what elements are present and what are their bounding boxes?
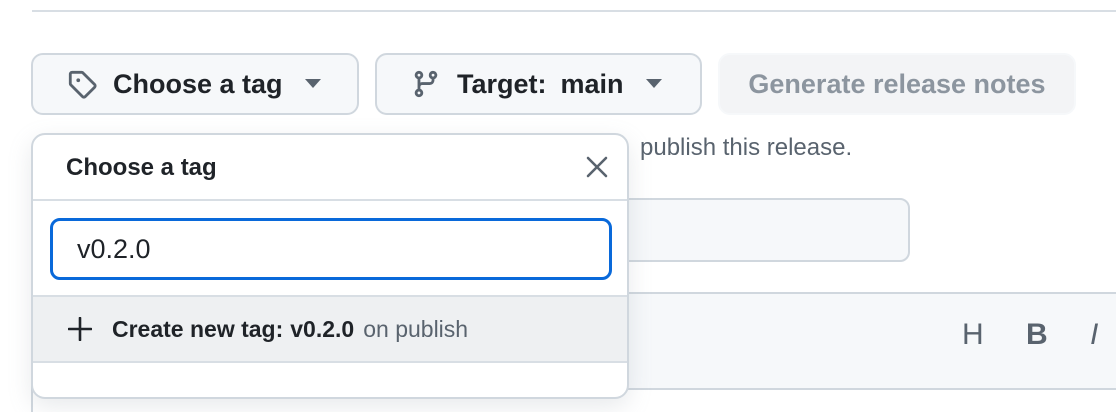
create-new-tag-item[interactable]: Create new tag: v0.2.0 on publish (33, 297, 627, 363)
tag-icon (67, 69, 97, 99)
caret-down-icon (304, 79, 321, 89)
dropdown-filter (33, 201, 627, 297)
close-icon[interactable] (583, 153, 611, 181)
plus-icon (68, 317, 92, 341)
target-label: Target: (457, 68, 547, 99)
git-branch-icon (411, 69, 441, 99)
heading-tool-button[interactable]: H (962, 318, 984, 352)
release-form: Choose a tag Target: main Generate relea… (0, 0, 1116, 412)
dropdown-title: Choose a tag (66, 154, 217, 181)
divider (32, 10, 1116, 12)
caret-down-icon (645, 79, 662, 89)
choose-tag-button[interactable]: Choose a tag (31, 53, 359, 115)
generate-release-notes-label: Generate release notes (748, 68, 1046, 99)
create-new-tag-label: Create new tag: (112, 315, 284, 342)
tag-help-text: publish this release. (640, 134, 853, 161)
target-branch-button[interactable]: Target: main (375, 53, 702, 115)
dropdown-header: Choose a tag (33, 135, 627, 201)
on-publish-text: on publish (363, 315, 469, 342)
generate-release-notes-button[interactable]: Generate release notes (718, 53, 1076, 115)
new-tag-name: v0.2.0 (290, 315, 355, 342)
choose-tag-label: Choose a tag (113, 68, 283, 99)
bold-tool-button[interactable]: B (1026, 318, 1048, 352)
tag-filter-input[interactable] (50, 218, 612, 280)
choose-tag-dropdown: Choose a tag Create new tag: v0.2.0 on p… (31, 133, 629, 399)
italic-tool-button[interactable]: I (1090, 318, 1098, 352)
target-value: main (560, 68, 624, 99)
